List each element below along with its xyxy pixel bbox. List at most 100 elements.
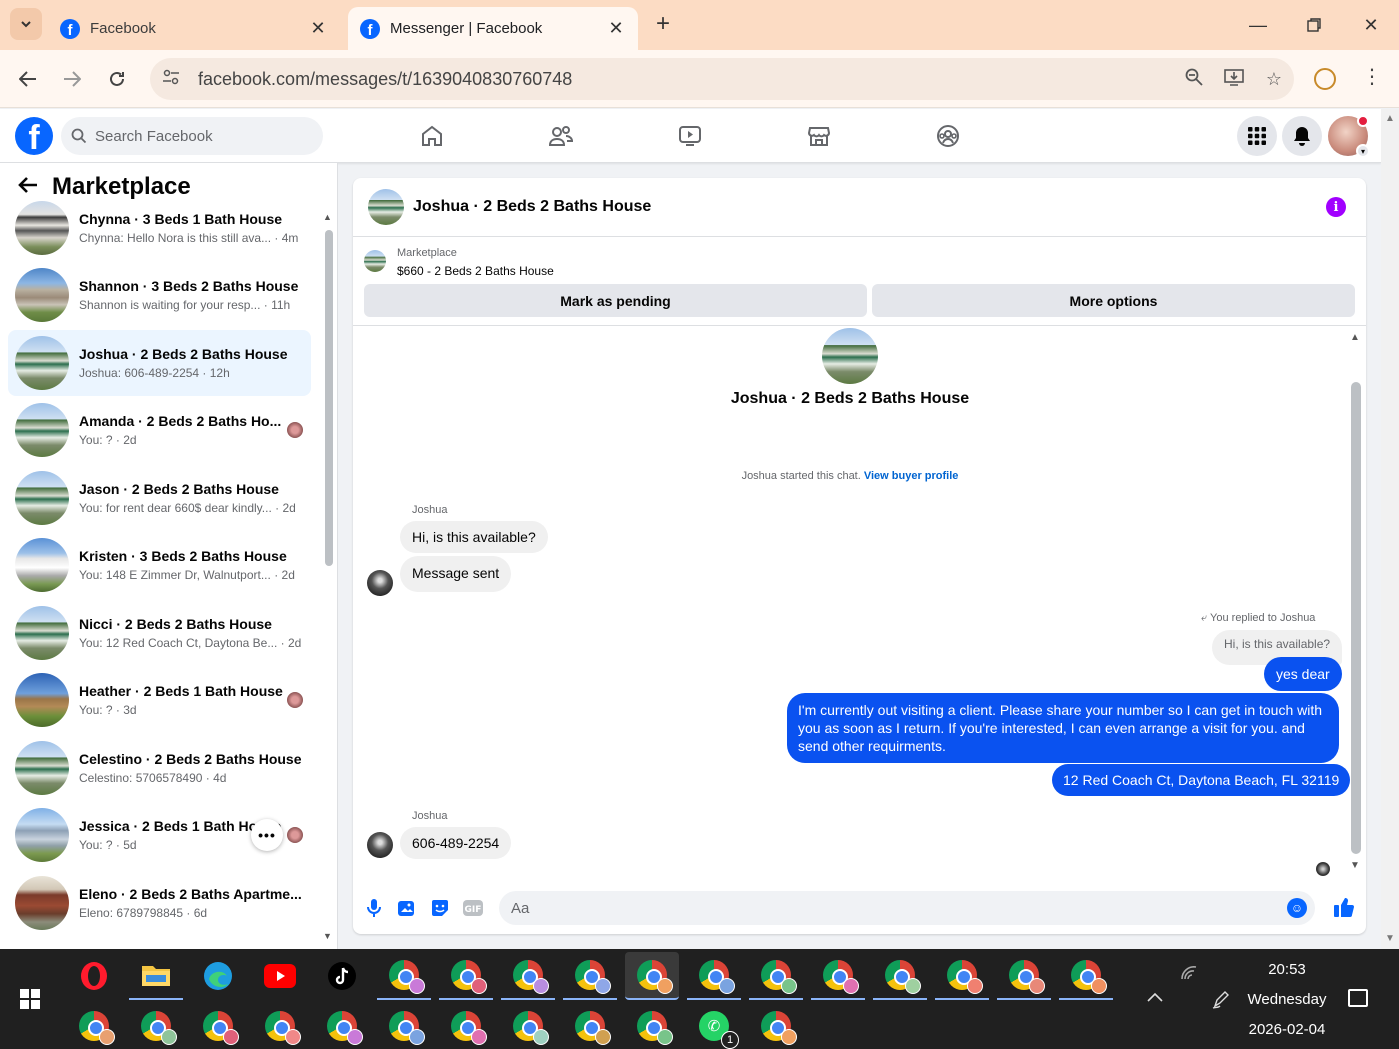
- outgoing-message[interactable]: yes dear: [1264, 657, 1342, 691]
- chrome-profile-icon[interactable]: [935, 952, 989, 1000]
- chrome-profile-icon[interactable]: [439, 1002, 493, 1049]
- chat-scrollbar[interactable]: ▲ ▼: [1350, 332, 1362, 872]
- show-hidden-icons-chevron-icon[interactable]: [1147, 989, 1163, 1007]
- chrome-profile-icon[interactable]: [749, 1002, 803, 1049]
- conversation-item[interactable]: Jessica · 2 Beds 1 Bath House You: ? · 5d…: [8, 802, 311, 868]
- listing-price-title[interactable]: $660 - 2 Beds 2 Baths House: [397, 264, 554, 278]
- url-text[interactable]: facebook.com/messages/t/1639040830760748: [198, 69, 1174, 90]
- notification-center-icon[interactable]: [1348, 989, 1368, 1007]
- outgoing-message[interactable]: I'm currently out visiting a client. Ple…: [787, 693, 1339, 763]
- chrome-profile-icon[interactable]: [563, 952, 617, 1000]
- gif-icon[interactable]: GIF: [461, 896, 485, 920]
- scrollbar-thumb[interactable]: [325, 230, 333, 566]
- chrome-profile-icon[interactable]: [873, 952, 927, 1000]
- sender-avatar[interactable]: [367, 570, 393, 596]
- page-scrollbar[interactable]: ▲ ▼: [1381, 109, 1399, 949]
- chrome-profile-icon[interactable]: [1059, 952, 1113, 1000]
- conversation-item[interactable]: Joshua · 2 Beds 2 Baths House Joshua: 606…: [8, 330, 311, 396]
- conversation-item[interactable]: Nicci · 2 Beds 2 Baths House You: 12 Red …: [8, 600, 311, 666]
- incoming-message[interactable]: Hi, is this available?: [400, 521, 548, 553]
- bookmark-star-icon[interactable]: ☆: [1254, 69, 1294, 90]
- message-input[interactable]: Aa ☺: [499, 891, 1315, 925]
- close-window-icon[interactable]: ✕: [1356, 10, 1386, 40]
- chrome-profile-icon[interactable]: [377, 1002, 431, 1049]
- chrome-profile-icon[interactable]: [997, 952, 1051, 1000]
- new-tab-button[interactable]: +: [650, 12, 676, 38]
- chrome-profile-icon[interactable]: [501, 1002, 555, 1049]
- emoji-icon[interactable]: ☺: [1287, 898, 1307, 918]
- more-options-button[interactable]: More options: [872, 284, 1355, 317]
- chrome-profile-icon[interactable]: [625, 952, 679, 1000]
- conversation-avatar[interactable]: [368, 189, 404, 225]
- like-thumb-icon[interactable]: [1333, 896, 1355, 923]
- facebook-logo-icon[interactable]: f: [15, 117, 53, 155]
- video-icon[interactable]: [675, 121, 705, 151]
- forward-arrow-icon[interactable]: [57, 64, 87, 94]
- browser-menu-icon[interactable]: ⋮: [1362, 64, 1382, 89]
- restore-icon[interactable]: [1299, 10, 1329, 40]
- zoom-icon[interactable]: [1174, 68, 1214, 91]
- clock-time[interactable]: 20:53: [1227, 961, 1347, 978]
- incoming-message[interactable]: Message sent: [400, 556, 512, 592]
- notifications-bell-icon[interactable]: [1282, 116, 1322, 156]
- photo-icon[interactable]: [395, 896, 419, 920]
- chrome-profile-icon[interactable]: [253, 1002, 307, 1049]
- site-settings-icon[interactable]: [162, 69, 184, 89]
- scroll-up-arrow-icon[interactable]: ▲: [1385, 113, 1395, 124]
- view-buyer-profile-link[interactable]: View buyer profile: [864, 470, 959, 482]
- sidebar-scrollbar[interactable]: ▲ ▼: [322, 212, 334, 941]
- chrome-profile-icon[interactable]: [563, 1002, 617, 1049]
- sender-avatar[interactable]: [367, 832, 393, 858]
- chrome-profile-icon[interactable]: [129, 1002, 183, 1049]
- clock-date[interactable]: 2026-02-04: [1227, 1021, 1347, 1038]
- chrome-profile-icon[interactable]: [377, 952, 431, 1000]
- browser-tab-facebook[interactable]: f Facebook ✕: [48, 7, 340, 50]
- whatsapp-icon[interactable]: ✆ 1: [687, 1002, 741, 1049]
- reload-icon[interactable]: [102, 64, 132, 94]
- chrome-profile-icon[interactable]: [687, 952, 741, 1000]
- more-options-icon[interactable]: •••: [251, 819, 283, 851]
- home-icon[interactable]: [417, 121, 447, 151]
- groups-icon[interactable]: [933, 121, 963, 151]
- scroll-down-arrow-icon[interactable]: ▼: [323, 931, 332, 941]
- conversation-item[interactable]: Eleno · 2 Beds 2 Baths Apartme... Eleno: …: [8, 870, 311, 936]
- outgoing-message[interactable]: 12 Red Coach Ct, Daytona Beach, FL 32119: [1052, 764, 1351, 796]
- browser-profile-icon[interactable]: [1314, 68, 1336, 90]
- facebook-search-input[interactable]: Search Facebook: [61, 117, 323, 155]
- conversation-item[interactable]: Heather · 2 Beds 1 Bath House You: ? · 3d: [8, 667, 311, 733]
- chat-title[interactable]: Joshua · 2 Beds 2 Baths House: [413, 198, 1326, 216]
- network-icon[interactable]: [1180, 965, 1198, 986]
- close-tab-icon[interactable]: ✕: [308, 18, 328, 39]
- microphone-icon[interactable]: [362, 896, 386, 920]
- conversation-item[interactable]: Celestino · 2 Beds 2 Baths House Celestin…: [8, 735, 311, 801]
- sticker-icon[interactable]: [428, 896, 452, 920]
- conversation-item[interactable]: Shannon · 3 Beds 2 Baths House Shannon is…: [8, 262, 311, 328]
- menu-grid-icon[interactable]: [1237, 116, 1277, 156]
- conversation-item[interactable]: Amanda · 2 Beds 2 Baths Ho... You: ? · 2d: [8, 397, 311, 463]
- close-tab-icon[interactable]: ✕: [606, 18, 626, 39]
- mark-as-pending-button[interactable]: Mark as pending: [364, 284, 867, 317]
- info-icon[interactable]: i: [1326, 197, 1346, 217]
- edge-icon[interactable]: [191, 952, 245, 1000]
- chrome-profile-icon[interactable]: [67, 1002, 121, 1049]
- browser-tab-messenger[interactable]: f Messenger | Facebook ✕: [348, 7, 638, 50]
- marketplace-icon[interactable]: [804, 121, 834, 151]
- chrome-profile-icon[interactable]: [625, 1002, 679, 1049]
- scroll-up-arrow-icon[interactable]: ▲: [1350, 332, 1360, 343]
- opera-icon[interactable]: [67, 952, 121, 1000]
- chrome-profile-icon[interactable]: [811, 952, 865, 1000]
- conversation-item[interactable]: Chynna · 3 Beds 1 Bath House Chynna: Hell…: [8, 195, 311, 261]
- conversation-item[interactable]: Kristen · 3 Beds 2 Baths House You: 148 E…: [8, 532, 311, 598]
- chrome-profile-icon[interactable]: [191, 1002, 245, 1049]
- back-arrow-icon[interactable]: [13, 64, 43, 94]
- scrollbar-thumb[interactable]: [1351, 382, 1361, 854]
- friends-icon[interactable]: [546, 121, 576, 151]
- account-avatar[interactable]: ▾: [1328, 115, 1370, 158]
- listing-thumbnail[interactable]: [364, 250, 386, 272]
- windows-start-icon[interactable]: [20, 989, 40, 1009]
- tab-search-button[interactable]: [10, 8, 42, 40]
- minimize-icon[interactable]: —: [1243, 10, 1273, 40]
- clock-day[interactable]: Wednesday: [1227, 991, 1347, 1008]
- conversation-item[interactable]: Jason · 2 Beds 2 Baths House You: for ren…: [8, 465, 311, 531]
- chrome-profile-icon[interactable]: [749, 952, 803, 1000]
